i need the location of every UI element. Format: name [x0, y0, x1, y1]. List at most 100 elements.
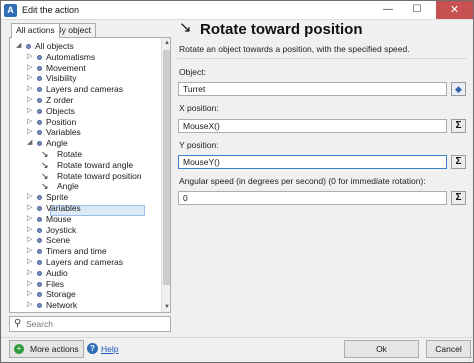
- tree-item-label: Z order: [46, 95, 74, 105]
- tab-all-actions[interactable]: All actions: [11, 23, 60, 38]
- expand-arrow-icon[interactable]: ▷: [27, 84, 32, 95]
- maximize-button[interactable]: ☐: [405, 1, 429, 19]
- expand-arrow-icon[interactable]: ▷: [27, 63, 32, 74]
- category-bullet-icon: [37, 141, 42, 147]
- category-bullet-icon: [37, 65, 42, 71]
- expand-arrow-icon[interactable]: ▷: [27, 203, 32, 214]
- actions-tree: ◢ All objects ▷ Automatisms ▷ Movement ▷ Visibi…: [9, 37, 171, 313]
- tree-item-label: Audio: [46, 267, 68, 278]
- tree-item[interactable]: ▷ Objects: [10, 106, 160, 117]
- tree-scrollbar[interactable]: ▲ ▼: [161, 38, 170, 312]
- help-link[interactable]: Help: [101, 344, 118, 354]
- tree-item[interactable]: ▷ Layers and cameras: [10, 257, 160, 268]
- tree-item-label: Scene: [46, 235, 71, 246]
- tree-item[interactable]: ▷ Audio: [10, 268, 160, 279]
- expand-arrow-icon[interactable]: ▷: [27, 300, 32, 311]
- search-input[interactable]: [26, 318, 166, 330]
- more-actions-button[interactable]: + More actions: [9, 340, 84, 358]
- tree-item-label: Variables: [46, 127, 81, 138]
- expand-arrow-icon[interactable]: ▷: [27, 117, 32, 128]
- tree-item[interactable]: ▷ Sprite: [10, 192, 160, 203]
- action-title: Rotate toward position: [200, 21, 363, 38]
- tree-item[interactable]: ↘ Angle: [10, 181, 160, 192]
- bottom-divider: [1, 337, 473, 338]
- expand-arrow-icon[interactable]: ▷: [27, 257, 32, 268]
- resize-grip-icon[interactable]: ⋰: [466, 356, 473, 363]
- tree-item[interactable]: ◢ Angle: [10, 138, 160, 149]
- object-field[interactable]: Turret: [178, 82, 447, 96]
- tree-item-label: Sprite: [46, 192, 69, 203]
- scroll-up-arrow-icon[interactable]: ▲: [162, 38, 170, 48]
- angular-speed-field[interactable]: 0: [178, 191, 447, 205]
- rotate-arrow-icon: ↘: [41, 149, 49, 159]
- rotate-arrow-icon: ↘: [41, 170, 49, 181]
- tree-item[interactable]: ▷ Position: [10, 117, 160, 128]
- y-position-field[interactable]: MouseY(): [178, 155, 447, 169]
- object-picker-icon[interactable]: ◆: [451, 82, 466, 96]
- scroll-down-arrow-icon[interactable]: ▼: [162, 302, 170, 312]
- tree-item-label: Automatisms: [46, 51, 96, 62]
- more-actions-label: More actions: [30, 344, 79, 354]
- expand-arrow-icon[interactable]: ▷: [27, 127, 32, 138]
- rotate-arrow-icon: ↘: [41, 159, 49, 170]
- tree-item[interactable]: ▷ Files: [10, 279, 160, 290]
- category-bullet-icon: [37, 98, 42, 103]
- expand-arrow-icon[interactable]: ▷: [27, 246, 32, 257]
- scroll-thumb[interactable]: [163, 50, 170, 285]
- expand-arrow-icon[interactable]: ▷: [27, 268, 32, 279]
- expand-arrow-icon[interactable]: ▷: [27, 192, 32, 203]
- expression-editor-icon[interactable]: Σ: [451, 119, 466, 133]
- tree-item[interactable]: ▷ Variables: [10, 203, 160, 214]
- tree-item[interactable]: ◢ All objects: [10, 41, 160, 52]
- expand-arrow-icon[interactable]: ▷: [27, 95, 32, 106]
- close-button[interactable]: ✕: [436, 1, 473, 19]
- tree-item[interactable]: ▷ Variables: [10, 127, 160, 138]
- expand-arrow-icon[interactable]: ▷: [27, 106, 32, 117]
- ok-button[interactable]: Ok: [344, 340, 419, 358]
- expand-arrow-icon[interactable]: ▷: [27, 279, 32, 290]
- category-bullet-icon: [37, 87, 42, 93]
- collapse-arrow-icon[interactable]: ◢: [27, 138, 32, 149]
- help-icon[interactable]: ?: [87, 343, 98, 354]
- tree-item[interactable]: ↘ Rotate: [10, 149, 160, 160]
- tree-item[interactable]: ▷ Scene: [10, 235, 160, 246]
- tree-item-label: Variables: [46, 203, 81, 213]
- x-position-field[interactable]: MouseX(): [178, 119, 447, 133]
- tree-item[interactable]: ▷ Network: [10, 300, 160, 311]
- tree-item[interactable]: ▷ Storage: [10, 289, 160, 300]
- category-bullet-icon: [37, 281, 42, 287]
- tree-item-label: Visibility: [46, 73, 77, 84]
- expression-editor-icon[interactable]: Σ: [451, 155, 466, 169]
- param-label-x: X position:: [179, 103, 219, 113]
- expand-arrow-icon[interactable]: ▷: [27, 214, 32, 225]
- param-label-y: Y position:: [179, 140, 219, 150]
- category-bullet-icon: [37, 76, 42, 82]
- tree-item[interactable]: ▷ Layers and cameras: [10, 84, 160, 95]
- collapse-arrow-icon[interactable]: ◢: [16, 41, 21, 52]
- minimize-button[interactable]: —: [376, 1, 400, 19]
- expand-arrow-icon[interactable]: ▷: [27, 225, 32, 236]
- tree-item-label: Layers and cameras: [46, 257, 124, 267]
- tree-item[interactable]: ▷ Movement: [10, 63, 160, 74]
- tree-item[interactable]: ▷ Z order: [10, 95, 160, 106]
- tree-item-label: Angle: [57, 181, 79, 192]
- category-bullet-icon: [37, 238, 42, 244]
- tree-item[interactable]: ↘ Rotate toward position: [10, 171, 160, 182]
- cancel-button[interactable]: Cancel: [426, 340, 471, 358]
- tree-item[interactable]: ▷ Automatisms: [10, 52, 160, 63]
- tree-item[interactable]: ▷ Visibility: [10, 73, 160, 84]
- tree-item[interactable]: ▷ Joystick: [10, 225, 160, 236]
- window-title: Edit the action: [22, 5, 80, 15]
- expand-arrow-icon[interactable]: ▷: [27, 289, 32, 300]
- category-bullet-icon: [37, 292, 42, 298]
- tree-item[interactable]: ↘ Rotate toward angle: [10, 160, 160, 171]
- expand-arrow-icon[interactable]: ▷: [27, 73, 32, 84]
- action-description: Rotate an object towards a position, wit…: [179, 44, 410, 54]
- expression-editor-icon[interactable]: Σ: [451, 191, 466, 205]
- tree-item[interactable]: ▷ Timers and time: [10, 246, 160, 257]
- category-bullet-icon: [37, 249, 42, 255]
- expand-arrow-icon[interactable]: ▷: [27, 52, 32, 63]
- category-bullet-icon: [37, 206, 42, 211]
- tree-item[interactable]: ▷ Mouse: [10, 214, 160, 225]
- expand-arrow-icon[interactable]: ▷: [27, 235, 32, 246]
